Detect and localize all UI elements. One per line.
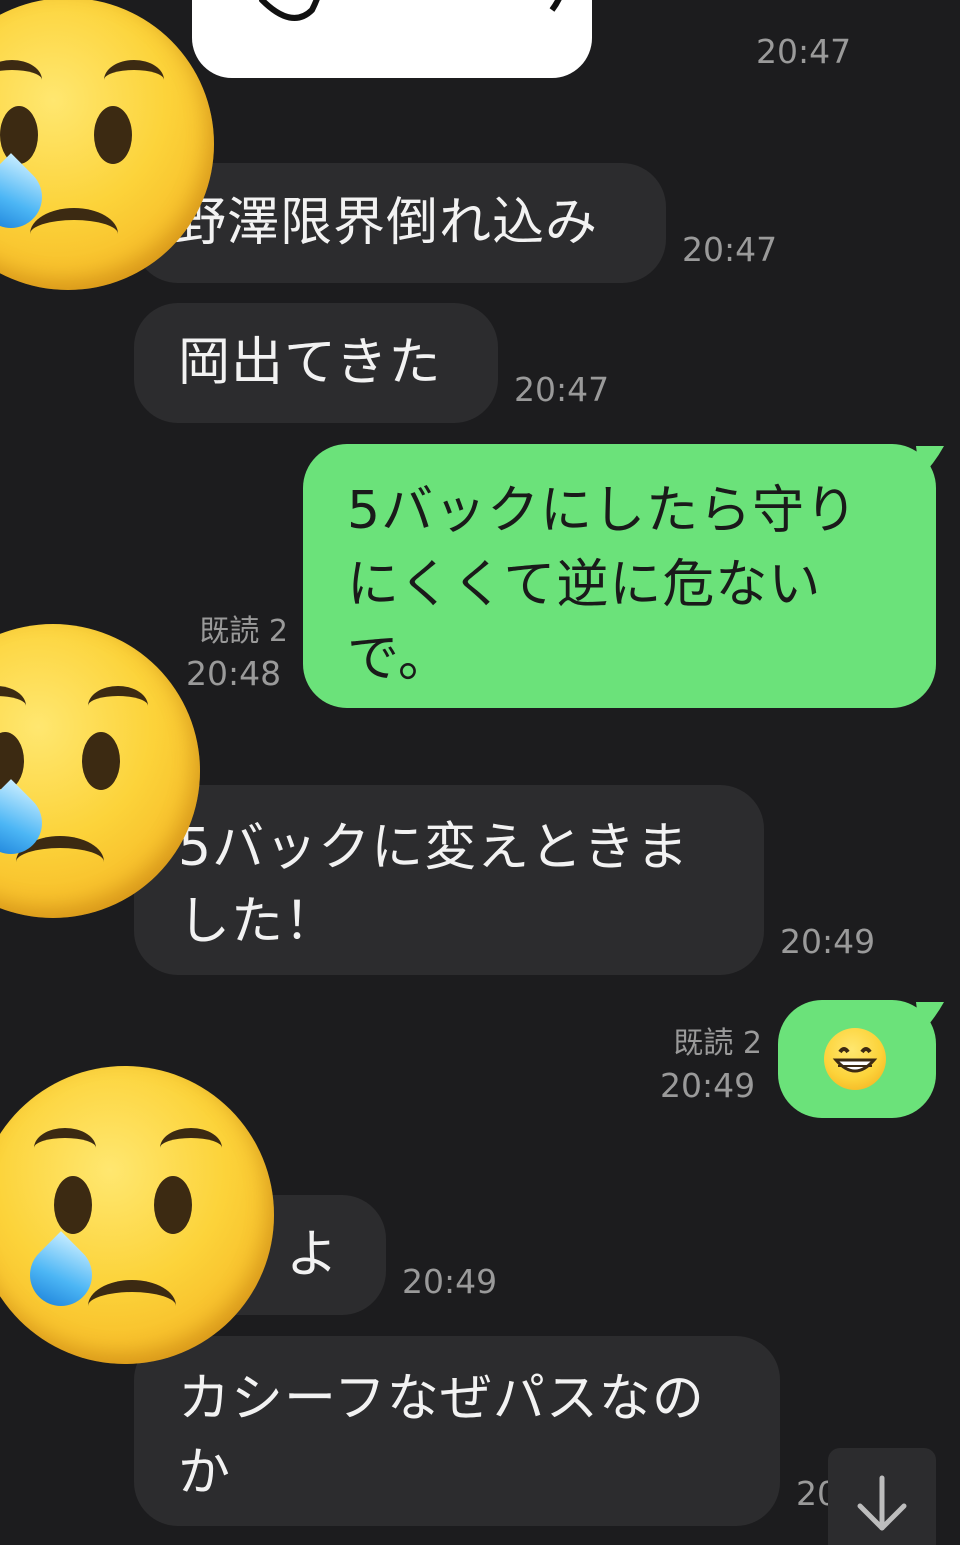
message-time: 20:49: [780, 922, 876, 961]
brow: [104, 60, 164, 100]
read-receipt: 既読 2: [673, 1026, 762, 1061]
scroll-to-bottom-button[interactable]: [828, 1448, 936, 1545]
arrow-down-icon: [857, 1475, 907, 1531]
grinning-face-icon: [824, 1028, 886, 1090]
read-receipt: 既読 2: [199, 614, 288, 649]
message-text: 野澤限界倒れ込み: [174, 193, 599, 253]
mouth: [88, 1280, 176, 1332]
message-text: カシーフなぜパスなのか: [178, 1369, 705, 1503]
mouth: [30, 208, 118, 260]
incoming-message[interactable]: 野澤限界倒れ込み: [134, 163, 666, 283]
eye: [154, 1176, 192, 1234]
sticker-drawing: [258, 0, 562, 21]
sticker-image[interactable]: [192, 0, 592, 78]
brow: [88, 686, 148, 726]
message-text: よ: [286, 1225, 340, 1285]
message-time: 20:47: [682, 230, 778, 269]
eye: [0, 106, 38, 164]
message-time: 20:47: [756, 32, 852, 71]
brow: [160, 1128, 222, 1168]
incoming-message[interactable]: 岡出てきた: [134, 303, 498, 423]
message-text: 岡出てきた: [178, 333, 442, 393]
eye: [82, 732, 120, 790]
incoming-message[interactable]: カシーフなぜパスなのか: [134, 1336, 780, 1526]
message-text: 5バックに変えときました！: [178, 818, 690, 952]
chat-screen: 20:47 野澤限界倒れ込み 20:47 岡出てきた 20:47 5バックにした…: [0, 0, 960, 1545]
bubble-tail: [916, 1002, 944, 1034]
message-time: 20:48: [186, 654, 282, 693]
bubble-tail: [916, 446, 944, 478]
brow: [0, 60, 42, 100]
outgoing-message[interactable]: 5バックにしたら守りにくくて逆に危ないで。: [303, 444, 936, 708]
incoming-message[interactable]: 5バックに変えときました！: [134, 785, 764, 975]
crying-face-icon: [0, 1066, 274, 1364]
eye: [54, 1176, 92, 1234]
message-text: 5バックにしたら守りにくくて逆に危ないで。: [347, 481, 859, 689]
message-time: 20:49: [402, 1262, 498, 1301]
grin-features: [832, 1047, 878, 1073]
message-time: 20:49: [660, 1066, 756, 1105]
message-time: 20:47: [514, 370, 610, 409]
brow: [34, 1128, 96, 1168]
brow: [0, 686, 26, 726]
eye: [94, 106, 132, 164]
